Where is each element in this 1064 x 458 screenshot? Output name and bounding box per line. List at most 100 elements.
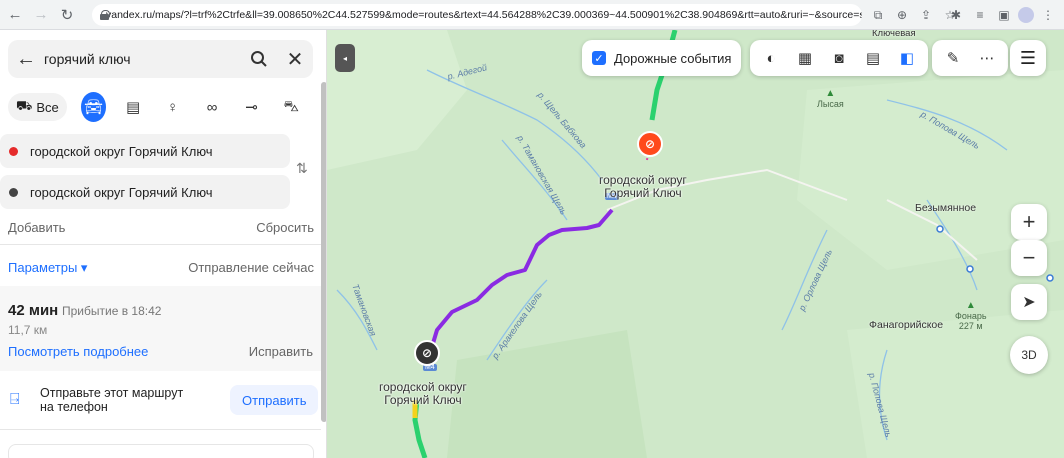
mode-taxi-button[interactable]: ⛍ — [278, 92, 304, 122]
address-bar[interactable]: yandex.ru/maps/?l=trf%2Ctrfe&ll=39.00865… — [92, 4, 862, 26]
mode-all-button[interactable]: ⛟ Все — [8, 93, 67, 121]
start-pin-label: городской округ Горячий Ключ — [379, 380, 467, 407]
locate-button[interactable]: ➤ — [1011, 284, 1047, 320]
car-icon: 🚘︎ — [84, 99, 104, 116]
details-link[interactable]: Посмотреть подробнее — [8, 344, 148, 359]
search-input[interactable]: горячий ключ — [44, 51, 241, 67]
profile-avatar[interactable] — [1018, 7, 1034, 23]
panorama-icon[interactable]: ◙ — [822, 40, 856, 76]
url-text: yandex.ru/maps/?l=trf%2Ctrfe&ll=39.00865… — [106, 9, 862, 21]
mode-bike-button[interactable]: ∞ — [199, 92, 225, 122]
ruler-icon[interactable]: ✎ — [936, 40, 970, 76]
map-layers-toolbar: ◐ ▦ ◙ ▤ ◧ — [750, 40, 928, 76]
send-button[interactable]: Отправить — [230, 385, 319, 415]
route-arrival: Прибытие в 18:42 — [62, 304, 162, 318]
navigation-arrow-icon: ➤ — [1022, 294, 1036, 311]
params-dropdown[interactable]: Параметры ▾ — [8, 260, 87, 276]
side-panel-icon[interactable]: ▣ — [994, 4, 1014, 26]
town-dot — [966, 265, 974, 273]
divider — [0, 244, 321, 245]
town-bezymyannoe[interactable]: Безымянное — [915, 202, 976, 214]
browser-toolbar: ← → ↻ yandex.ru/maps/?l=trf%2Ctrfe&ll=39… — [0, 0, 1064, 30]
add-point-link[interactable]: Добавить — [8, 220, 65, 235]
map-tools-toolbar: ✎ ⋯ — [932, 40, 1008, 76]
mode-walk-button[interactable]: ♀ — [160, 92, 186, 122]
back-icon[interactable]: ← — [4, 4, 26, 26]
close-icon[interactable]: ✕ — [277, 47, 313, 72]
traffic-layer-icon[interactable]: ◐ — [754, 40, 788, 76]
menu-icon[interactable]: ☰ — [1010, 40, 1046, 76]
bicycle-icon: ∞ — [206, 98, 218, 116]
end-pin-icon[interactable]: ⊘ — [637, 131, 663, 157]
search-icon[interactable] — [241, 40, 277, 78]
transport-modes: ⛟ Все 🚘︎ ▤ ♀ ∞ ⊸ ⛍ — [8, 92, 318, 122]
bottom-card[interactable] — [8, 444, 314, 458]
route-actions: Добавить Сбросить — [8, 220, 314, 235]
back-arrow-icon[interactable]: ← — [8, 48, 44, 71]
params-label: Параметры — [8, 260, 78, 275]
mountain-icon: ▲ — [825, 88, 836, 99]
reset-link[interactable]: Сбросить — [256, 220, 314, 235]
peak-lysaya: ▲ Лысая — [817, 88, 844, 110]
zoom-in-button[interactable]: + — [1011, 204, 1047, 240]
install-icon[interactable]: ⧉ — [868, 4, 888, 26]
scooter-icon: ⊸ — [245, 99, 258, 116]
share-icon[interactable]: ⇪ — [916, 4, 936, 26]
media-icon[interactable]: ≡ — [970, 4, 990, 26]
more-icon[interactable]: ⋯ — [970, 40, 1004, 76]
town-klyuchevaya[interactable]: Ключевая — [872, 30, 916, 39]
traffic-events-label: Дорожные события — [614, 50, 732, 66]
transport-layer-icon[interactable]: ▤ — [856, 40, 890, 76]
peak-fonar: ▲ Фонарь 227 м — [955, 300, 987, 332]
peak-label: Лысая — [817, 99, 844, 109]
zoom-out-button[interactable]: − — [1011, 240, 1047, 276]
start-pin-icon[interactable]: ⊘ — [414, 340, 440, 366]
route-point-from[interactable]: городской округ Горячий Ключ — [0, 134, 290, 168]
extensions-icon[interactable]: ✱ — [946, 4, 966, 26]
mode-scooter-button[interactable]: ⊸ — [239, 92, 265, 122]
car-bus-icon: ⛟ — [16, 98, 33, 113]
swap-icon[interactable]: ⇅ — [296, 160, 308, 177]
three-d-button[interactable]: 3D — [1010, 336, 1048, 374]
town-dot — [936, 225, 944, 233]
search-bar[interactable]: ← горячий ключ ✕ — [8, 40, 313, 78]
send-to-phone: ⍈ Отправьте этот маршрут на телефон Отпр… — [0, 371, 321, 429]
layers-icon[interactable]: ◧ — [890, 40, 924, 76]
zoom-icon[interactable]: ⊕ — [892, 4, 912, 26]
taxi-icon: ⛍ — [283, 97, 299, 115]
route-to-text: городской округ Горячий Ключ — [30, 184, 213, 200]
fix-link[interactable]: Исправить — [249, 344, 313, 359]
route-result[interactable]: 42 мин Прибытие в 18:42 11,7 км Посмотре… — [0, 286, 321, 371]
traffic-events-toggle[interactable]: ✓ Дорожные события — [582, 40, 742, 76]
map-layer-icon[interactable]: ▦ — [788, 40, 822, 76]
peak-height: 227 м — [958, 321, 983, 331]
map-canvas[interactable]: р. Адегой р. Щель Бабкова р. Тамановская… — [327, 30, 1064, 458]
phone-icon: ⍈ — [10, 391, 20, 408]
route-duration: 42 мин — [8, 302, 59, 319]
route-point-to[interactable]: городской округ Горячий Ключ — [0, 175, 290, 209]
peak-label: Фонарь — [955, 311, 987, 321]
mode-all-label: Все — [36, 99, 59, 115]
collapse-panel-button[interactable]: ◂ — [335, 44, 355, 72]
kebab-menu-icon[interactable]: ⋮ — [1038, 4, 1058, 26]
terrain-patch — [447, 330, 647, 458]
mountain-icon: ▲ — [965, 300, 976, 311]
end-pin-label: городской округ Горячий Ключ — [599, 173, 687, 200]
route-from-text: городской округ Горячий Ключ — [30, 143, 213, 159]
mode-car-button[interactable]: 🚘︎ — [80, 92, 107, 122]
route-line — [426, 208, 614, 361]
reload-icon[interactable]: ↻ — [56, 4, 78, 26]
send-text: Отправьте этот маршрут на телефон — [40, 386, 184, 414]
bus-icon: ▤ — [125, 99, 141, 116]
checkbox-icon: ✓ — [592, 51, 606, 65]
pedestrian-icon: ♀ — [166, 98, 179, 116]
route-distance: 11,7 км — [8, 323, 48, 337]
route-panel: ← горячий ключ ✕ ⛟ Все 🚘︎ ▤ ♀ ∞ ⊸ ⛍ горо… — [0, 30, 327, 458]
params-row: Параметры ▾ Отправление сейчас — [8, 260, 314, 276]
depart-time[interactable]: Отправление сейчас — [188, 260, 314, 276]
divider — [0, 429, 321, 430]
start-dot-icon — [9, 147, 18, 156]
town-fanagoriyskoe[interactable]: Фанагорийское — [869, 319, 943, 331]
mode-transit-button[interactable]: ▤ — [120, 92, 146, 122]
forward-icon[interactable]: → — [30, 4, 52, 26]
